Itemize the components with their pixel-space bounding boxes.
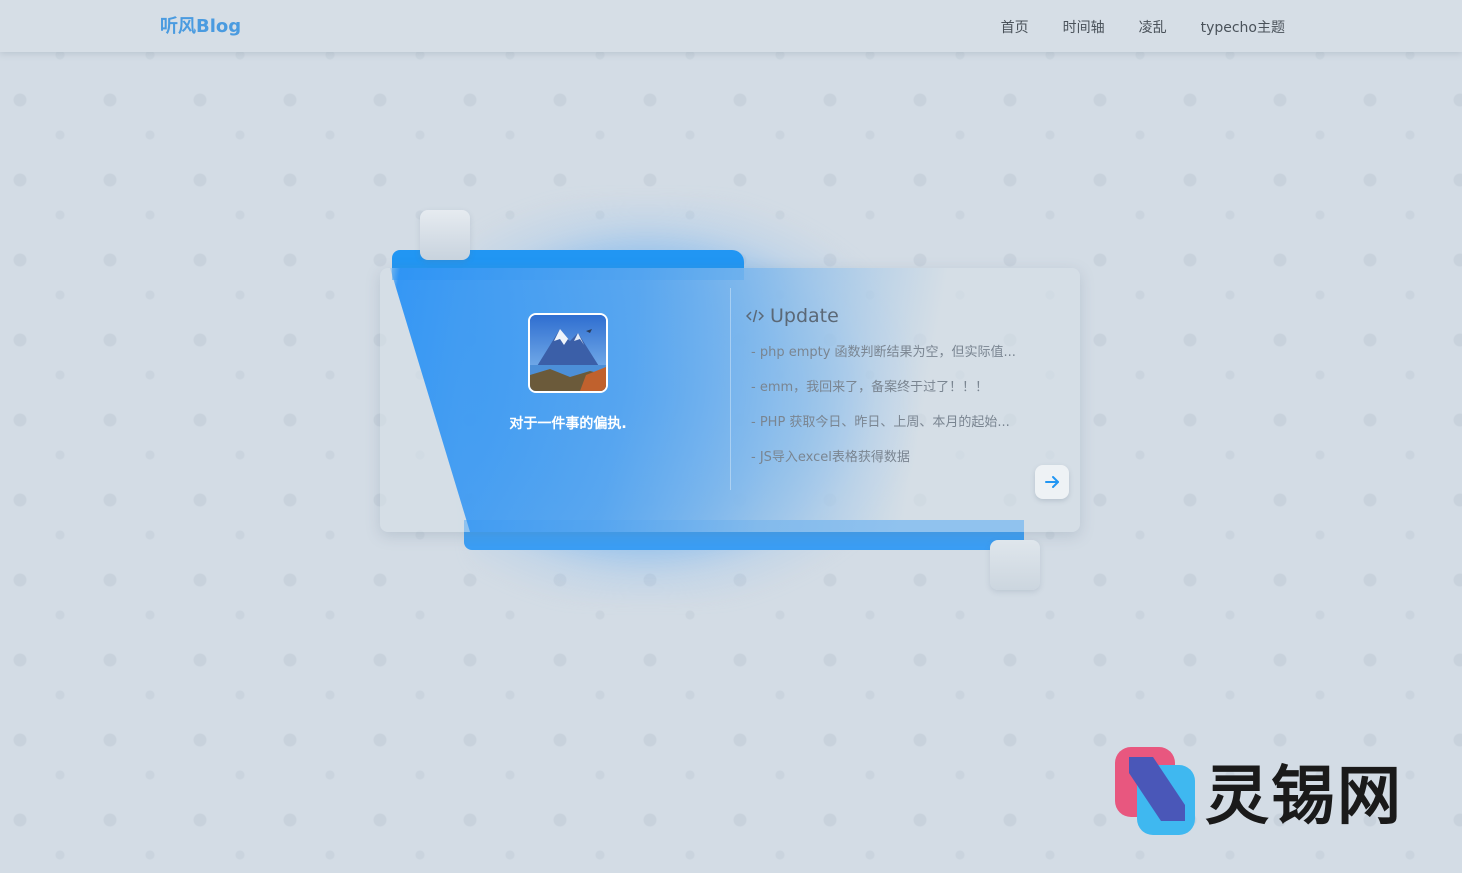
profile-card: 对于一件事的偏执. Update - php empty 函数判断结果为空，但实… (380, 268, 1080, 532)
nav-link-timeline[interactable]: 时间轴 (1063, 17, 1105, 37)
decor-square-bottom (990, 540, 1040, 590)
update-title: Update (770, 305, 839, 327)
post-link[interactable]: - PHP 获取今日、昨日、上周、本月的起始... (751, 414, 1016, 449)
mountain-avatar-image (530, 315, 606, 391)
post-link[interactable]: - emm，我回来了，备案终于过了！！！ (751, 379, 1016, 414)
post-link[interactable]: - JS导入excel表格获得数据 (751, 449, 1016, 484)
navbar: 听风Blog 首页 时间轴 凌乱 typecho主题 (0, 0, 1462, 52)
watermark: 灵锡网 (1113, 745, 1403, 837)
nav-links: 首页 时间轴 凌乱 typecho主题 (1001, 17, 1285, 37)
nav-link-misc[interactable]: 凌乱 (1139, 17, 1167, 37)
code-icon (746, 309, 764, 323)
card-divider (730, 288, 731, 490)
nav-link-typecho-theme[interactable]: typecho主题 (1201, 17, 1285, 37)
post-link[interactable]: - php empty 函数判断结果为空，但实际值... (751, 344, 1016, 379)
watermark-logo-icon (1115, 747, 1195, 835)
watermark-text: 灵锡网 (1205, 760, 1403, 834)
profile-motto: 对于一件事的偏执. (509, 416, 627, 432)
arrow-right-icon (1045, 476, 1059, 488)
recent-posts-list: - php empty 函数判断结果为空，但实际值... - emm，我回来了，… (751, 344, 1016, 484)
hero-stage: 对于一件事的偏执. Update - php empty 函数判断结果为空，但实… (0, 0, 1462, 873)
brand-logo[interactable]: 听风Blog (160, 12, 241, 38)
update-header: Update (746, 305, 839, 327)
more-posts-button[interactable] (1035, 465, 1069, 499)
decor-square-top (420, 210, 470, 260)
nav-link-home[interactable]: 首页 (1001, 17, 1029, 37)
avatar[interactable] (528, 313, 608, 393)
